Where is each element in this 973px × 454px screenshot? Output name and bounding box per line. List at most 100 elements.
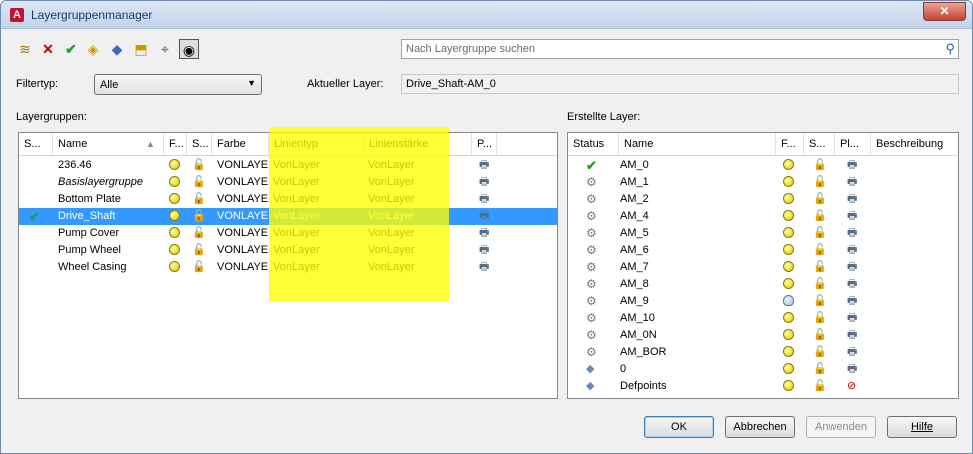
lock-icon[interactable]: 🔓 xyxy=(813,225,831,242)
lock-icon[interactable]: 🔓 xyxy=(192,225,210,242)
col-name[interactable]: Name ▲ xyxy=(53,133,164,156)
color-value[interactable]: VONLAYER xyxy=(217,225,269,242)
ok-button[interactable]: OK xyxy=(644,416,714,438)
table-row[interactable]: 236.46🔓VONLAYERVonLayerVonLayer🖶 xyxy=(19,157,557,174)
select-object-icon[interactable]: ⬒ xyxy=(131,39,151,59)
lock-icon[interactable]: 🔓 xyxy=(813,378,831,395)
lineweight-value[interactable]: VonLayer xyxy=(368,259,468,276)
table-row[interactable]: Pump Cover🔓VONLAYERVonLayerVonLayer🖶 xyxy=(19,225,557,242)
bulb-on-icon[interactable] xyxy=(783,378,801,395)
printer-icon[interactable]: 🖶 xyxy=(847,327,865,344)
lock-icon[interactable]: 🔓 xyxy=(813,242,831,259)
color-value[interactable]: VONLAYER xyxy=(217,157,269,174)
lock-icon[interactable]: 🔓 xyxy=(813,361,831,378)
layer-groups-list[interactable]: S... Name ▲ F... S... Farbe Linientyp Li… xyxy=(18,132,558,399)
printer-icon[interactable]: 🖶 xyxy=(847,208,865,225)
col-layer-name[interactable]: Name xyxy=(619,133,776,156)
freeze-bulb-icon[interactable] xyxy=(169,174,187,191)
col-lock[interactable]: S... xyxy=(187,133,212,156)
printer-icon[interactable]: 🖶 xyxy=(847,310,865,327)
table-row[interactable]: ⚙ AM_9 🔓 🖶 xyxy=(568,293,958,310)
lineweight-value[interactable]: VonLayer xyxy=(368,208,468,225)
table-row[interactable]: ✔Drive_Shaft🔓VONLAYERVonLayerVonLayer🖶 xyxy=(19,208,557,225)
col-layer-plot[interactable]: Pl... xyxy=(835,133,871,156)
lock-icon[interactable]: 🔓 xyxy=(813,310,831,327)
lineweight-value[interactable]: VonLayer xyxy=(368,242,468,259)
table-row[interactable]: Basislayergruppe🔓VONLAYERVonLayerVonLaye… xyxy=(19,174,557,191)
search-icon[interactable]: ⚲ xyxy=(945,41,955,57)
help-button[interactable]: Hilfe xyxy=(887,416,957,438)
title-bar[interactable]: A Layergruppenmanager ✕ xyxy=(1,1,972,29)
bulb-on-icon[interactable] xyxy=(783,208,801,225)
table-row[interactable]: ◆ Defpoints 🔓 ⊘ xyxy=(568,378,958,395)
lineweight-value[interactable]: VonLayer xyxy=(368,191,468,208)
lock-icon[interactable]: 🔓 xyxy=(192,157,210,174)
isolate-icon[interactable]: ⌖ xyxy=(155,39,175,59)
linetype-value[interactable]: VonLayer xyxy=(273,225,363,242)
visibility-eye-icon[interactable]: ◉ xyxy=(179,39,199,59)
bulb-on-icon[interactable] xyxy=(783,174,801,191)
new-group-icon[interactable]: ≋ xyxy=(15,39,35,59)
lock-icon[interactable]: 🔓 xyxy=(813,344,831,361)
lock-icon[interactable]: 🔓 xyxy=(813,191,831,208)
add-layer-icon[interactable]: ◈ xyxy=(83,39,103,59)
linetype-value[interactable]: VonLayer xyxy=(273,191,363,208)
table-row[interactable]: ⚙ AM_2 🔓 🖶 xyxy=(568,191,958,208)
set-current-icon[interactable]: ✔ xyxy=(61,39,81,59)
bulb-on-icon[interactable] xyxy=(783,327,801,344)
table-row[interactable]: ⚙ AM_0N 🔓 🖶 xyxy=(568,327,958,344)
printer-icon[interactable]: 🖶 xyxy=(847,276,865,293)
lock-icon[interactable]: 🔓 xyxy=(192,191,210,208)
printer-icon[interactable]: 🖶 xyxy=(847,293,865,310)
table-row[interactable]: ⚙ AM_6 🔓 🖶 xyxy=(568,242,958,259)
bulb-on-icon[interactable] xyxy=(783,361,801,378)
printer-icon[interactable]: 🖶 xyxy=(847,344,865,361)
color-value[interactable]: VONLAYER xyxy=(217,242,269,259)
col-lineweight[interactable]: Linienstärke xyxy=(364,133,472,156)
remove-layer-icon[interactable]: ◆ xyxy=(107,39,127,59)
lock-icon[interactable]: 🔓 xyxy=(813,259,831,276)
color-value[interactable]: VONLAYER xyxy=(217,191,269,208)
linetype-value[interactable]: VonLayer xyxy=(273,259,363,276)
lock-icon[interactable]: 🔓 xyxy=(192,259,210,276)
cancel-button[interactable]: Abbrechen xyxy=(725,416,795,438)
table-row[interactable]: ⚙ AM_5 🔓 🖶 xyxy=(568,225,958,242)
col-color[interactable]: Farbe xyxy=(212,133,269,156)
freeze-bulb-icon[interactable] xyxy=(169,208,187,225)
printer-icon[interactable]: 🖶 xyxy=(847,259,865,276)
col-status[interactable]: S... xyxy=(19,133,53,156)
col-layer-freeze[interactable]: F... xyxy=(776,133,804,156)
bulb-on-icon[interactable] xyxy=(783,242,801,259)
printer-icon[interactable]: 🖶 xyxy=(847,157,865,174)
bulb-on-icon[interactable] xyxy=(783,157,801,174)
col-plot[interactable]: P... xyxy=(472,133,497,156)
no-plot-icon[interactable]: ⊘ xyxy=(847,378,865,395)
bulb-on-icon[interactable] xyxy=(783,225,801,242)
filter-type-select[interactable]: Alle ▼ xyxy=(94,74,262,95)
col-freeze[interactable]: F... xyxy=(164,133,187,156)
search-input[interactable] xyxy=(402,40,932,58)
color-value[interactable]: VONLAYER xyxy=(217,174,269,191)
printer-icon[interactable]: 🖶 xyxy=(847,225,865,242)
bulb-on-icon[interactable] xyxy=(783,310,801,327)
lineweight-value[interactable]: VonLayer xyxy=(368,225,468,242)
lock-icon[interactable]: 🔓 xyxy=(192,242,210,259)
table-row[interactable]: ⚙ AM_7 🔓 🖶 xyxy=(568,259,958,276)
table-row[interactable]: Bottom Plate🔓VONLAYERVonLayerVonLayer🖶 xyxy=(19,191,557,208)
bulb-on-icon[interactable] xyxy=(783,191,801,208)
delete-icon[interactable]: ✕ xyxy=(38,39,58,59)
printer-icon[interactable]: 🖶 xyxy=(479,242,497,259)
linetype-value[interactable]: VonLayer xyxy=(273,157,363,174)
col-layer-lock[interactable]: S... xyxy=(804,133,835,156)
lock-icon[interactable]: 🔓 xyxy=(813,208,831,225)
table-row[interactable]: Pump Wheel🔓VONLAYERVonLayerVonLayer🖶 xyxy=(19,242,557,259)
created-layers-list[interactable]: Status Name F... S... Pl... Beschreibung… xyxy=(567,132,959,399)
bulb-on-icon[interactable] xyxy=(783,344,801,361)
linetype-value[interactable]: VonLayer xyxy=(273,242,363,259)
printer-icon[interactable]: 🖶 xyxy=(479,174,497,191)
table-row[interactable]: ✔ AM_0 🔓 🖶 xyxy=(568,157,958,174)
printer-icon[interactable]: 🖶 xyxy=(847,174,865,191)
linetype-value[interactable]: VonLayer xyxy=(273,174,363,191)
printer-icon[interactable]: 🖶 xyxy=(479,225,497,242)
close-button[interactable]: ✕ xyxy=(923,2,966,21)
